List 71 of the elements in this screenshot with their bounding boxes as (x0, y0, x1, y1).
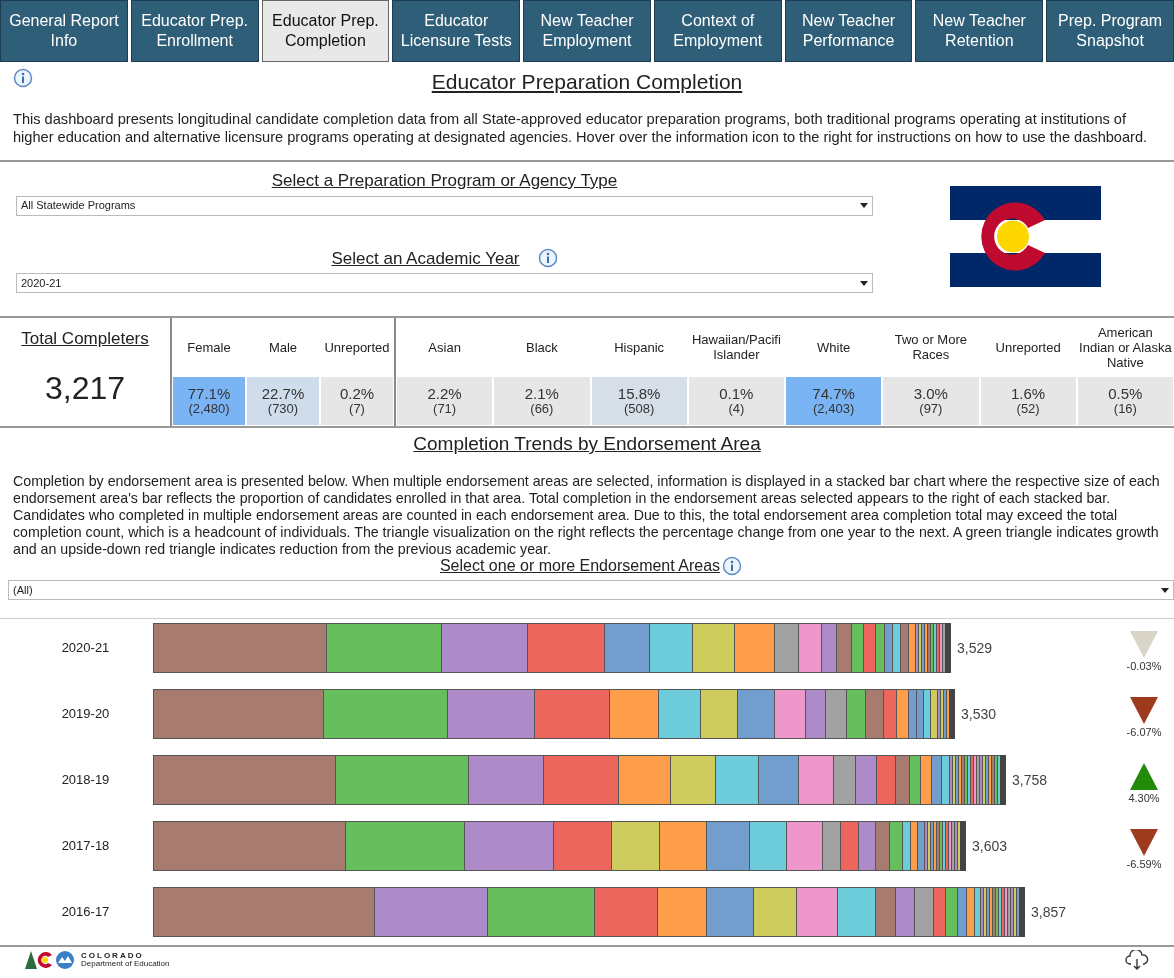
caret-icon (860, 280, 868, 286)
percent-cell: 0.5% (16) (1076, 376, 1174, 426)
year-label: 2017-18 (60, 837, 111, 856)
percent-change: 4.30% (1128, 791, 1160, 807)
select-label: Select an Academic Year (331, 247, 520, 270)
bar-total: 3,857 (1031, 902, 1067, 922)
percent-change: -0.03% (1126, 659, 1162, 675)
nav-tab[interactable]: Educator Licensure Tests (392, 0, 521, 62)
nav-tab[interactable]: New Teacher Performance (784, 0, 913, 62)
bar-total: 3,758 (1012, 770, 1048, 790)
column-header: White (816, 338, 852, 357)
column-header: Male (267, 338, 299, 357)
column-header: Hispanic (613, 338, 666, 357)
logo-subtext: Department of Education (81, 959, 170, 968)
caret-icon (1161, 587, 1169, 593)
logo-icon (25, 948, 75, 971)
percent-change: -6.07% (1126, 725, 1162, 741)
up-triangle-icon (1130, 763, 1158, 791)
percent-cell: 77.1% (2,480) (172, 376, 246, 426)
column-header: Asian (427, 338, 462, 357)
percent-change: -6.59% (1126, 857, 1162, 873)
program-dropdown[interactable]: All Statewide Programs (16, 195, 873, 216)
logo-text: COLORADO (81, 951, 145, 960)
download-icon[interactable] (1125, 949, 1149, 970)
down-triangle-icon (1130, 829, 1158, 857)
nav-tab[interactable]: New Teacher Employment (523, 0, 651, 62)
completers-label: Total Completers (21, 328, 149, 350)
column-header: American Indian or Alaska Native (1078, 323, 1173, 372)
percent-cell: 1.6% (52) (979, 376, 1077, 426)
year-label: 2018-19 (60, 771, 111, 790)
endorsement-dropdown[interactable]: (All) (8, 580, 1174, 600)
percent-cell: 2.2% (71) (396, 376, 494, 426)
year-label: 2020-21 (60, 639, 111, 658)
select-label: Select one or more Endorsement Areas (439, 557, 721, 576)
percent-cell: 3.0% (97) (882, 376, 980, 426)
nav-tab[interactable]: Educator Prep. Enrollment (130, 0, 259, 62)
select-label: Select a Preparation Program or Agency Type (271, 170, 618, 192)
percent-cell: 0.2% (7) (320, 376, 394, 426)
completers-value: 3,217 (44, 368, 126, 408)
down-triangle-icon (1130, 697, 1158, 725)
nav-tab[interactable]: General Report Info (0, 0, 128, 62)
info-icon[interactable] (722, 556, 743, 576)
column-header: Two or More Races (893, 331, 968, 364)
info-icon[interactable] (13, 68, 33, 88)
nav-tab[interactable]: Educator Prep. Completion (261, 0, 390, 62)
nav-tab[interactable]: New Teacher Retention (915, 0, 1044, 62)
column-header: Black (524, 338, 559, 357)
bar-total: 3,530 (961, 704, 997, 724)
bar-total: 3,529 (957, 638, 993, 658)
year-label: 2019-20 (60, 705, 111, 724)
column-header: Hawaiian/Pacifi Islander (690, 331, 782, 364)
dashboard-title: Educator Preparation Completion (431, 69, 743, 95)
year-dropdown[interactable]: 2020-21 (16, 273, 873, 293)
percent-cell: 0.1% (4) (687, 376, 785, 426)
column-header: Unreported (323, 338, 391, 357)
nav-tab[interactable]: Prep. Program Snapshot (1046, 0, 1174, 62)
nav-tab[interactable]: Context of Employment (653, 0, 782, 62)
info-icon[interactable] (537, 248, 558, 269)
description-text: This dashboard presents longitudinal candidate completion data from all State-approved educator preparation programs, both traditional programs operating at institutions of higher education and alternative licensure programs operating at designated agencies. Hover over the information icon to the right for instructions on how to use the dashboard. (13, 109, 1149, 146)
percent-cell: 15.8% (508) (590, 376, 688, 426)
section-title: Completion Trends by Endorsement Area (413, 432, 761, 456)
percent-cell: 74.7% (2,403) (785, 376, 883, 426)
year-label: 2016-17 (60, 903, 111, 922)
percent-cell: 2.1% (66) (493, 376, 591, 426)
column-header: Female (186, 338, 232, 357)
caret-icon (860, 203, 868, 208)
column-header: Unreported (994, 338, 1062, 357)
description-text: Completion by endorsement area is presented below. When multiple endorsement areas are selected, information is displayed in a stacked bar chart where the respective size of each endorsement area's bar reflects the proportion of candidates enrolled in that area. Total completion in the endorsement areas selected appears to the right of each stacked bar. Candidates who completed in multiple endorsement areas are counted in each endorsement area. Due to this, the total endorsement area completion total may exceed the total completion count, which is a headcount of individuals. The triangle visualization on the right reflects the percentage change from one year to the next. A green triangle indicates growth and an upside-down red triangle indicates reduction from the previous academic year. (13, 472, 1161, 558)
bar-total: 3,603 (972, 836, 1008, 856)
down-triangle-icon (1130, 631, 1158, 659)
percent-cell: 22.7% (730) (246, 376, 320, 426)
